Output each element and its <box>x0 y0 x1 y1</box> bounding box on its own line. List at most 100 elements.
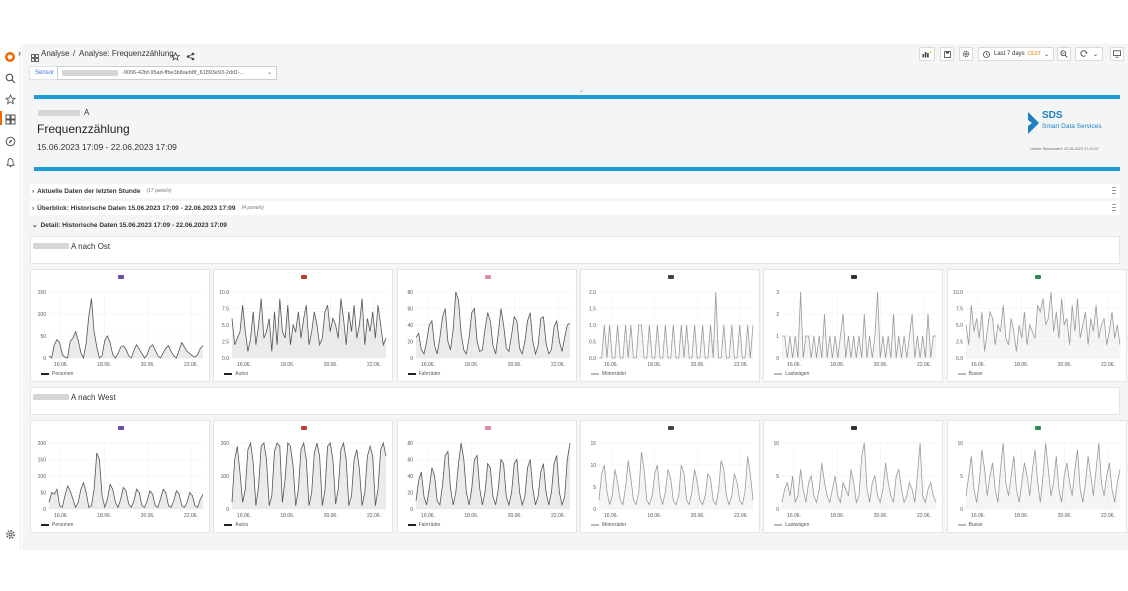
y-tick-label: 0.5 <box>589 339 596 345</box>
chart-legend[interactable]: Autos <box>224 522 248 528</box>
y-tick-label: 0.0 <box>589 356 596 362</box>
legend-label: Autos <box>235 371 249 377</box>
sidebar-toggle-chevron-icon[interactable]: › <box>18 48 21 58</box>
chart-panel-east-busse[interactable]: 10.0 7.5 5.0 2.5 0.0 16.06. 18.06. 20.06. 22.06.… <box>946 269 1127 382</box>
zoom-out-button[interactable] <box>1057 47 1071 61</box>
x-tick-label: 18.06. <box>97 513 111 519</box>
chart-panel-west-lastwägen[interactable]: 10 5 0 16.06. 18.06. 20.06. 22.06. Lastwägen <box>763 420 944 533</box>
chart-legend[interactable]: Motorräder <box>590 522 626 528</box>
y-tick-label: 0 <box>776 507 779 513</box>
chart-panel-west-personen[interactable]: 200 150 100 50 0 16.06. 18.06. 20.06. 22.06. Pers… <box>30 420 210 533</box>
y-tick-label: 1.0 <box>589 323 596 329</box>
x-tick-label: 22.06. <box>1101 513 1115 519</box>
chart-legend[interactable]: Fahrräder <box>407 371 441 377</box>
chart-panel-east-autos[interactable]: 10.0 7.5 5.0 2.5 0.0 16.06. 18.06. 20.06. 22.06.… <box>213 269 394 382</box>
refresh-icon <box>1080 50 1088 57</box>
legend-label: Motorräder <box>601 371 627 377</box>
series-area-fill <box>49 452 203 509</box>
legend-swatch <box>41 524 49 526</box>
row-detail[interactable]: ⌄ Detail: Historische Daten 15.06.2023 1… <box>30 218 1120 232</box>
chart-legend[interactable]: Fahrräder <box>407 522 441 528</box>
chart-legend[interactable]: Autos <box>224 371 248 377</box>
chart-panel-east-personen[interactable]: 150 100 50 0 16.06. 18.06. 20.06. 22.06. Persone… <box>30 269 210 382</box>
y-tick-label: 150 <box>38 457 47 463</box>
dashboard-app: › Analyse / Analyse: Frequenzzählung + L… <box>0 44 1128 550</box>
dashboard-settings-button[interactable] <box>959 47 973 61</box>
bus-icon <box>1034 426 1041 430</box>
chart-legend[interactable]: Busse <box>957 371 982 377</box>
dashboards-icon[interactable] <box>3 112 17 126</box>
direction-east-title: A nach Ost <box>71 242 111 251</box>
legend-swatch <box>774 524 783 526</box>
chart-legend[interactable]: Lastwägen <box>774 371 809 377</box>
legend-swatch <box>407 524 416 526</box>
y-tick-label: 10 <box>590 463 596 469</box>
refresh-button[interactable]: ⌄ <box>1075 47 1103 61</box>
chart-panel-east-fahrräder[interactable]: 80 60 40 20 0 16.06. 18.06. 20.06. 22.06. Fahrräd… <box>396 269 577 382</box>
chart-panel-west-busse[interactable]: 10 5 0 16.06. 18.06. 20.06. 22.06. Busse <box>946 420 1127 533</box>
save-dashboard-button[interactable] <box>940 47 954 61</box>
row-panel-count: (4 panels) <box>241 205 264 211</box>
chart-panel-west-autos[interactable]: 200 100 0 16.06. 18.06. 20.06. 22.06. Autos <box>213 420 394 533</box>
star-icon[interactable] <box>3 92 17 106</box>
x-tick-label: 20.06. <box>507 362 521 368</box>
search-icon[interactable] <box>3 71 17 85</box>
y-tick-label: 200 <box>221 441 230 447</box>
x-tick-label: 16.06. <box>971 513 985 519</box>
sensor-variable-select[interactable]: -9006-42bf-95ad-ffbe3b8aeb8f_61893e93-2d… <box>57 66 277 80</box>
chart-panel-west-motorräder[interactable]: 15 10 5 0 16.06. 18.06. 20.06. 22.06. Motorräder <box>579 420 760 533</box>
x-tick-label: 18.06. <box>281 362 295 368</box>
y-tick-label: 80 <box>407 290 413 296</box>
time-picker-button[interactable]: Last 7 days CEST ⌄ <box>978 47 1054 61</box>
monitor-icon <box>1113 50 1121 58</box>
tv-mode-button[interactable] <box>1110 47 1124 61</box>
x-tick-label: 18.06. <box>831 362 845 368</box>
chart-legend[interactable]: Personen <box>41 371 73 377</box>
collapse-variables-chevron-icon[interactable]: ⌄ <box>579 87 584 94</box>
x-tick-label: 22.06. <box>184 513 198 519</box>
y-tick-label: 3 <box>776 290 779 296</box>
y-tick-label: 5 <box>593 485 596 491</box>
add-panel-button[interactable]: + <box>919 47 935 61</box>
chevron-down-icon: ⌄ <box>1044 51 1050 58</box>
chart-panel-east-motorräder[interactable]: 2.0 1.5 1.0 0.5 0.0 16.06. 18.06. 20.06. 22.06. M… <box>579 269 760 382</box>
alerting-bell-icon[interactable] <box>3 155 17 169</box>
y-tick-label: 10.0 <box>953 290 963 296</box>
favorite-star-icon[interactable] <box>170 48 181 66</box>
chart-legend[interactable]: Lastwägen <box>774 522 809 528</box>
chart-legend[interactable]: Busse <box>957 522 982 528</box>
drag-handle-icon[interactable] <box>1112 204 1116 212</box>
header-bottom-stripe <box>34 167 1120 171</box>
chart-svg: 10 5 0 16.06. 18.06. 20.06. 22.06. <box>957 426 1120 519</box>
chart-panel-west-fahrräder[interactable]: 80 60 40 20 0 16.06. 18.06. 20.06. 22.06. Fahrräd… <box>396 420 577 533</box>
refresh-interval-chevron-icon[interactable]: ⌄ <box>1093 51 1098 58</box>
x-tick-label: 22.06. <box>367 513 381 519</box>
row-current-data[interactable]: › Aktuelle Daten der letzten Stunde (17 … <box>30 184 1120 198</box>
x-tick-label: 22.06. <box>917 513 931 519</box>
chart-legend[interactable]: Motorräder <box>590 371 627 377</box>
legend-label: Lastwägen <box>785 371 810 377</box>
y-tick-label: 5 <box>960 474 963 480</box>
series-line-autos <box>231 441 387 506</box>
y-tick-label: 60 <box>407 306 413 312</box>
breadcrumb-root[interactable]: Analyse <box>41 49 69 58</box>
chart-panel-east-lastwägen[interactable]: 3 2 1 0 16.06. 18.06. 20.06. 22.06. Lastwägen <box>763 269 944 382</box>
direction-east-panel: A nach Ost <box>30 236 1120 264</box>
y-tick-label: 20 <box>407 490 413 496</box>
settings-gear-icon[interactable] <box>3 527 17 541</box>
drag-handle-icon[interactable] <box>1112 187 1116 195</box>
breadcrumb-separator: / <box>73 49 76 58</box>
breadcrumb-page[interactable]: Analyse: Frequenzzählung <box>79 49 174 58</box>
sds-logo-chevron-icon <box>1028 112 1039 134</box>
redacted-text <box>62 69 118 76</box>
grafana-logo-icon[interactable] <box>3 50 17 64</box>
y-tick-label: 50 <box>40 334 46 340</box>
y-tick-label: 0 <box>227 507 230 513</box>
y-tick-label: 10.0 <box>220 290 230 296</box>
active-indicator <box>0 111 2 125</box>
chart-legend[interactable]: Personen <box>41 522 73 528</box>
explore-icon[interactable] <box>3 134 17 148</box>
share-icon[interactable] <box>186 48 195 66</box>
redacted-location <box>38 109 80 116</box>
row-overview[interactable]: › Überblick: Historische Daten 15.06.202… <box>30 201 1120 215</box>
